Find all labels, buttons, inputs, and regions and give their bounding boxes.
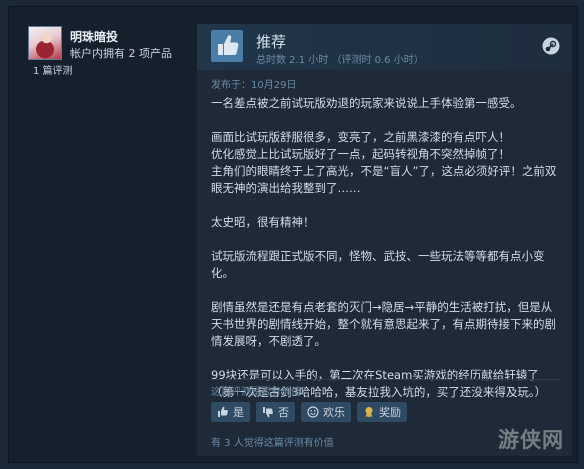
review-paragraph: 剧情虽然是还是有点老套的灭门→隐居→平静的生活被打扰，但是从天书世界的剧情线开始…: [211, 300, 556, 348]
watermark-logo: 游侠网: [498, 428, 564, 452]
award-label: 奖励: [379, 406, 401, 419]
vote-yes-label: 是: [233, 406, 244, 419]
review-paragraph: 试玩版流程跟正式版不同，怪物、武技、一些玩法等等都有点小变化。: [211, 249, 545, 280]
helpful-question: 这篇评测是否有价值？: [211, 387, 311, 398]
vote-funny-label: 欢乐: [323, 406, 345, 419]
review-paragraph: 太史昭，很有精神！: [211, 215, 315, 229]
steam-logo-icon: [542, 37, 560, 55]
divider: [211, 379, 561, 380]
review-header: 推荐 总时数 2.1 小时 （评测时 0.6 小时）: [197, 24, 572, 70]
smiley-icon: [307, 406, 319, 418]
vote-buttons: 是 否 欢乐 奖励: [211, 402, 407, 422]
vote-yes-button[interactable]: 是: [211, 402, 250, 422]
review-verdict: 推荐: [256, 33, 287, 51]
vote-no-button[interactable]: 否: [256, 402, 295, 422]
award-icon: [365, 407, 373, 418]
thumbs-up-icon: [218, 406, 228, 417]
helpful-count: 有 3 人觉得这篇评测有价值: [211, 438, 334, 449]
review-body: 一名差点被之前试玩版劝退的玩家来说说上手体验第一感受。 画面比试玩版舒服很多，变…: [211, 95, 563, 418]
posted-date: 发布于：10月29日: [211, 80, 297, 91]
user-name[interactable]: 明珠暗投: [70, 28, 118, 45]
thumbs-down-icon: [263, 407, 273, 418]
review-panel: 推荐 总时数 2.1 小时 （评测时 0.6 小时） 发布于：10月29日 一名…: [197, 24, 572, 456]
review-paragraph: 一名差点被之前试玩版劝退的玩家来说说上手体验第一感受。: [211, 96, 522, 110]
user-products-count[interactable]: 帐户内拥有 2 项产品: [70, 45, 172, 61]
vote-funny-button[interactable]: 欢乐: [301, 402, 351, 422]
playtime: 总时数 2.1 小时 （评测时 0.6 小时）: [256, 55, 424, 66]
award-button[interactable]: 奖励: [357, 402, 407, 422]
user-reviews-count[interactable]: 1 篇评测: [33, 62, 73, 77]
review-paragraph: 画面比试玩版舒服很多，变亮了，之前黑漆漆的有点吓人！ 优化感觉上比试玩版好了一点…: [211, 130, 557, 195]
vote-no-label: 否: [278, 406, 289, 419]
thumbs-up-icon: [211, 30, 243, 62]
avatar[interactable]: [28, 26, 62, 60]
